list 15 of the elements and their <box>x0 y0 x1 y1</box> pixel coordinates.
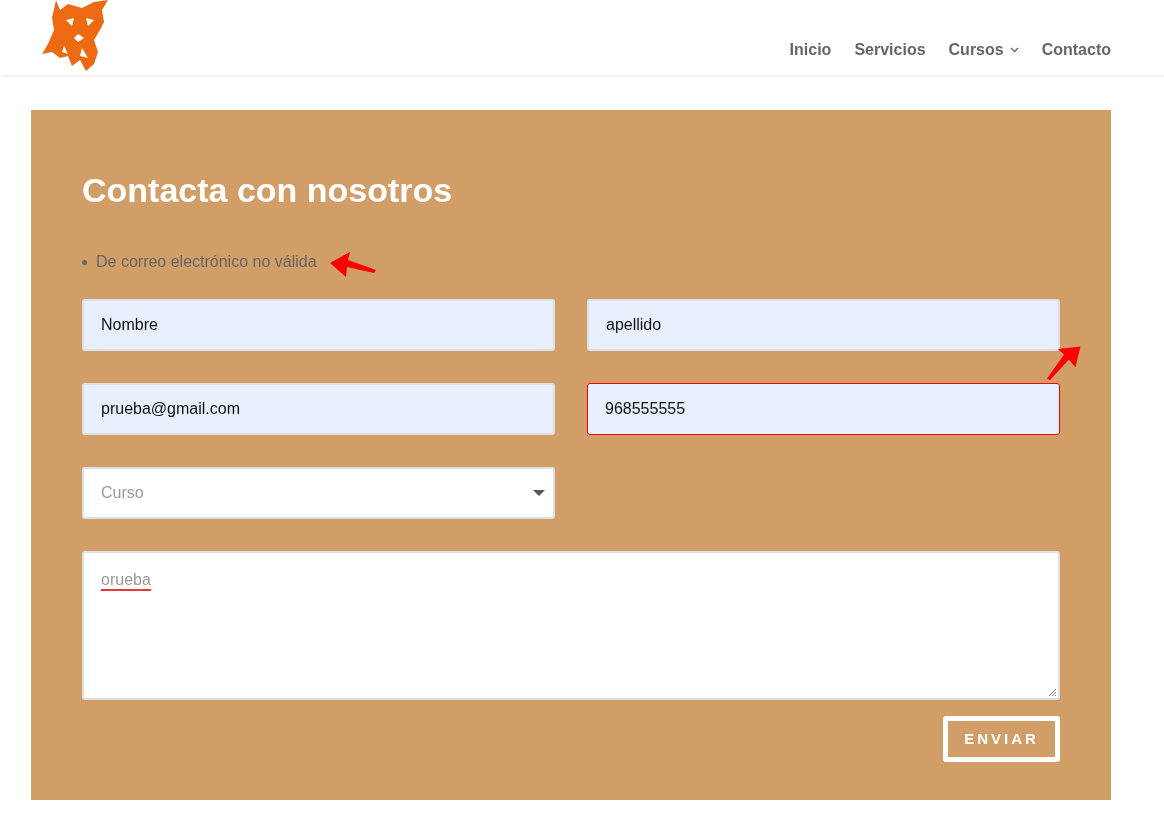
error-message: De correo electrónico no válida <box>96 252 317 272</box>
bullet-icon <box>82 259 87 265</box>
resize-handle-icon <box>1048 688 1056 696</box>
message-field[interactable]: orueba <box>82 551 1060 700</box>
input-field[interactable]: 968555555 <box>587 383 1060 435</box>
form-title: Contacta con nosotros <box>82 170 454 210</box>
dropdown-caret-icon <box>533 490 545 496</box>
nav-link[interactable]: Servicios <box>854 38 926 62</box>
input-field[interactable]: apellido <box>587 299 1060 351</box>
nav-link[interactable]: Contacto <box>1041 38 1111 62</box>
input-field[interactable]: prueba@gmail.com <box>82 383 555 435</box>
nav-link[interactable]: Cursos <box>948 38 1019 62</box>
course-select[interactable]: Curso <box>82 467 555 519</box>
input-field[interactable]: Nombre <box>82 299 555 351</box>
nav-link[interactable]: Inicio <box>789 38 832 62</box>
